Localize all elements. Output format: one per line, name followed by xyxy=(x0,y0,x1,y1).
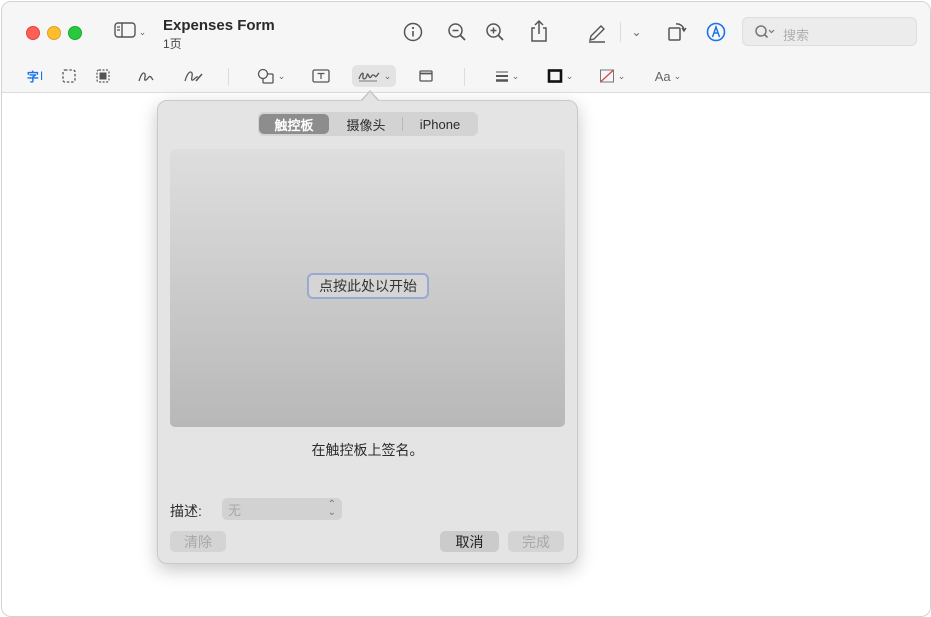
tab-iphone[interactable]: iPhone xyxy=(403,114,477,134)
highlight-options-button[interactable]: ⌄ xyxy=(628,24,642,40)
minimize-button[interactable] xyxy=(47,26,61,40)
smart-selection-icon xyxy=(96,69,110,83)
signature-source-segmented-control: 触控板 摄像头 iPhone xyxy=(258,112,478,136)
chevron-down-icon: ⌄ xyxy=(565,70,574,81)
info-icon xyxy=(403,22,423,42)
tab-trackpad[interactable]: 触控板 xyxy=(259,114,329,134)
chevron-down-icon: ⌄ xyxy=(631,25,642,39)
text-style-label: Aa xyxy=(654,68,671,84)
share-button[interactable] xyxy=(528,18,550,44)
description-label: 描述: xyxy=(170,503,202,519)
zoom-out-icon xyxy=(448,23,466,41)
chevron-down-icon: ⌄ xyxy=(617,70,626,81)
text-style-tool[interactable]: Aa ⌄ xyxy=(650,65,686,87)
document-title: Expenses Form xyxy=(163,17,275,34)
rectangular-selection-tool[interactable] xyxy=(60,65,78,87)
note-icon xyxy=(419,70,433,82)
search-icon xyxy=(753,24,777,40)
signature-popover: 触控板 摄像头 iPhone 点按此处以开始 在触控板上签名。 描述: 无 ⌃ ⌄… xyxy=(157,100,578,564)
text-selection-label: 字 xyxy=(26,69,39,84)
document-page-count: 1页 xyxy=(163,37,182,51)
chevron-down-icon: ⌄ xyxy=(673,70,682,81)
highlight-pen-icon xyxy=(589,25,605,43)
info-button[interactable] xyxy=(402,21,424,43)
rect-selection-icon xyxy=(62,69,76,83)
shape-style-tool[interactable]: ⌄ xyxy=(490,65,524,87)
chevron-down-icon: ⌄ xyxy=(138,26,147,37)
title-bar: ⌄ Expenses Form 1页 ⌄ 搜索 xyxy=(2,2,930,60)
markup-button[interactable] xyxy=(705,21,727,43)
popover-arrow-fill xyxy=(361,92,379,102)
text-selection-tool[interactable]: 字I xyxy=(24,65,46,87)
zoom-in-icon xyxy=(486,23,504,41)
text-box-icon xyxy=(312,69,330,83)
instant-alpha-tool[interactable] xyxy=(94,65,112,87)
sidebar-toggle-button[interactable]: ⌄ xyxy=(110,21,150,43)
draw-icon xyxy=(184,71,203,82)
signature-canvas[interactable]: 点按此处以开始 xyxy=(170,149,565,427)
rotate-icon xyxy=(668,23,687,41)
sign-tool[interactable]: ⌄ xyxy=(352,65,396,87)
border-color-tool[interactable]: ⌄ xyxy=(542,65,578,87)
shapes-tool[interactable]: ⌄ xyxy=(254,65,288,87)
chevron-down-icon: ⌄ xyxy=(511,70,520,81)
line-style-icon xyxy=(495,71,508,82)
up-down-chevron-icon: ⌃ ⌄ xyxy=(327,499,336,518)
signature-instruction: 在触控板上签名。 xyxy=(311,442,424,458)
close-button[interactable] xyxy=(26,26,40,40)
signature-icon xyxy=(358,72,380,82)
markup-icon xyxy=(706,22,726,42)
sketch-tool[interactable] xyxy=(136,65,156,87)
share-icon xyxy=(531,19,547,42)
fill-color-icon xyxy=(599,69,614,83)
done-button[interactable]: 完成 xyxy=(508,531,564,552)
tab-camera[interactable]: 摄像头 xyxy=(330,114,402,134)
search-placeholder: 搜索 xyxy=(783,28,810,43)
shapes-icon xyxy=(257,68,274,84)
rotate-button[interactable] xyxy=(666,19,688,43)
highlight-button[interactable] xyxy=(586,20,608,44)
border-color-icon xyxy=(547,69,563,83)
clear-button[interactable]: 清除 xyxy=(170,531,226,552)
search-field[interactable]: 搜索 xyxy=(742,17,917,46)
click-to-begin-button[interactable]: 点按此处以开始 xyxy=(307,273,429,299)
description-select[interactable]: 无 ⌃ ⌄ xyxy=(222,498,342,520)
zoom-button[interactable] xyxy=(68,26,82,40)
zoom-in-button[interactable] xyxy=(484,21,506,43)
description-value: 无 xyxy=(228,502,242,518)
sketch-icon xyxy=(138,72,154,82)
chevron-down-icon: ⌄ xyxy=(383,70,392,81)
sidebar-icon xyxy=(114,21,136,43)
draw-tool[interactable] xyxy=(182,65,204,87)
cancel-button[interactable]: 取消 xyxy=(440,531,499,552)
note-tool[interactable] xyxy=(417,65,435,87)
text-box-tool[interactable] xyxy=(310,65,332,87)
fill-color-tool[interactable]: ⌄ xyxy=(594,65,630,87)
zoom-out-button[interactable] xyxy=(446,21,468,43)
chevron-down-icon: ⌄ xyxy=(277,70,286,81)
